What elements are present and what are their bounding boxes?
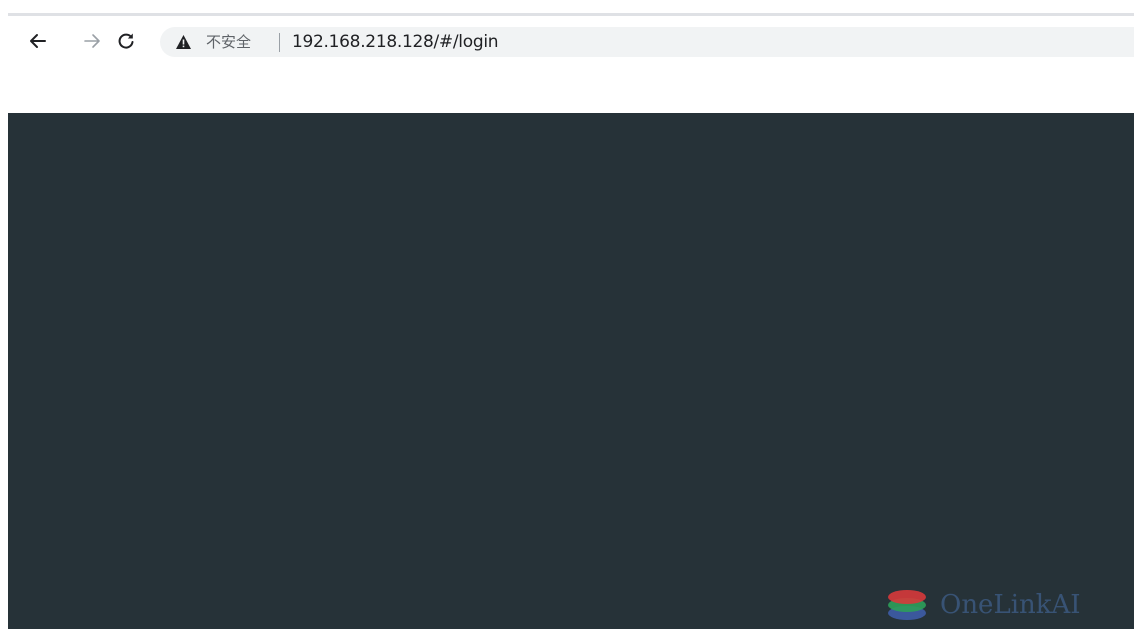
reload-button[interactable] — [112, 27, 140, 55]
watermark-text: OneLinkAI — [940, 590, 1081, 620]
forward-button[interactable] — [78, 27, 106, 55]
security-status-label[interactable]: 不安全 — [206, 33, 251, 51]
url-text[interactable]: 192.168.218.128/#/login — [292, 32, 499, 52]
arrow-right-icon — [84, 34, 100, 48]
url-divider — [279, 33, 280, 52]
reload-icon — [118, 33, 134, 49]
back-button[interactable] — [24, 27, 52, 55]
browser-top-strip — [0, 0, 1134, 13]
stacked-layers-logo-icon — [888, 590, 926, 620]
page-content — [8, 113, 1134, 629]
arrow-left-icon — [30, 34, 46, 48]
watermark: OneLinkAI — [884, 586, 1134, 624]
warning-triangle-icon[interactable] — [175, 34, 192, 50]
